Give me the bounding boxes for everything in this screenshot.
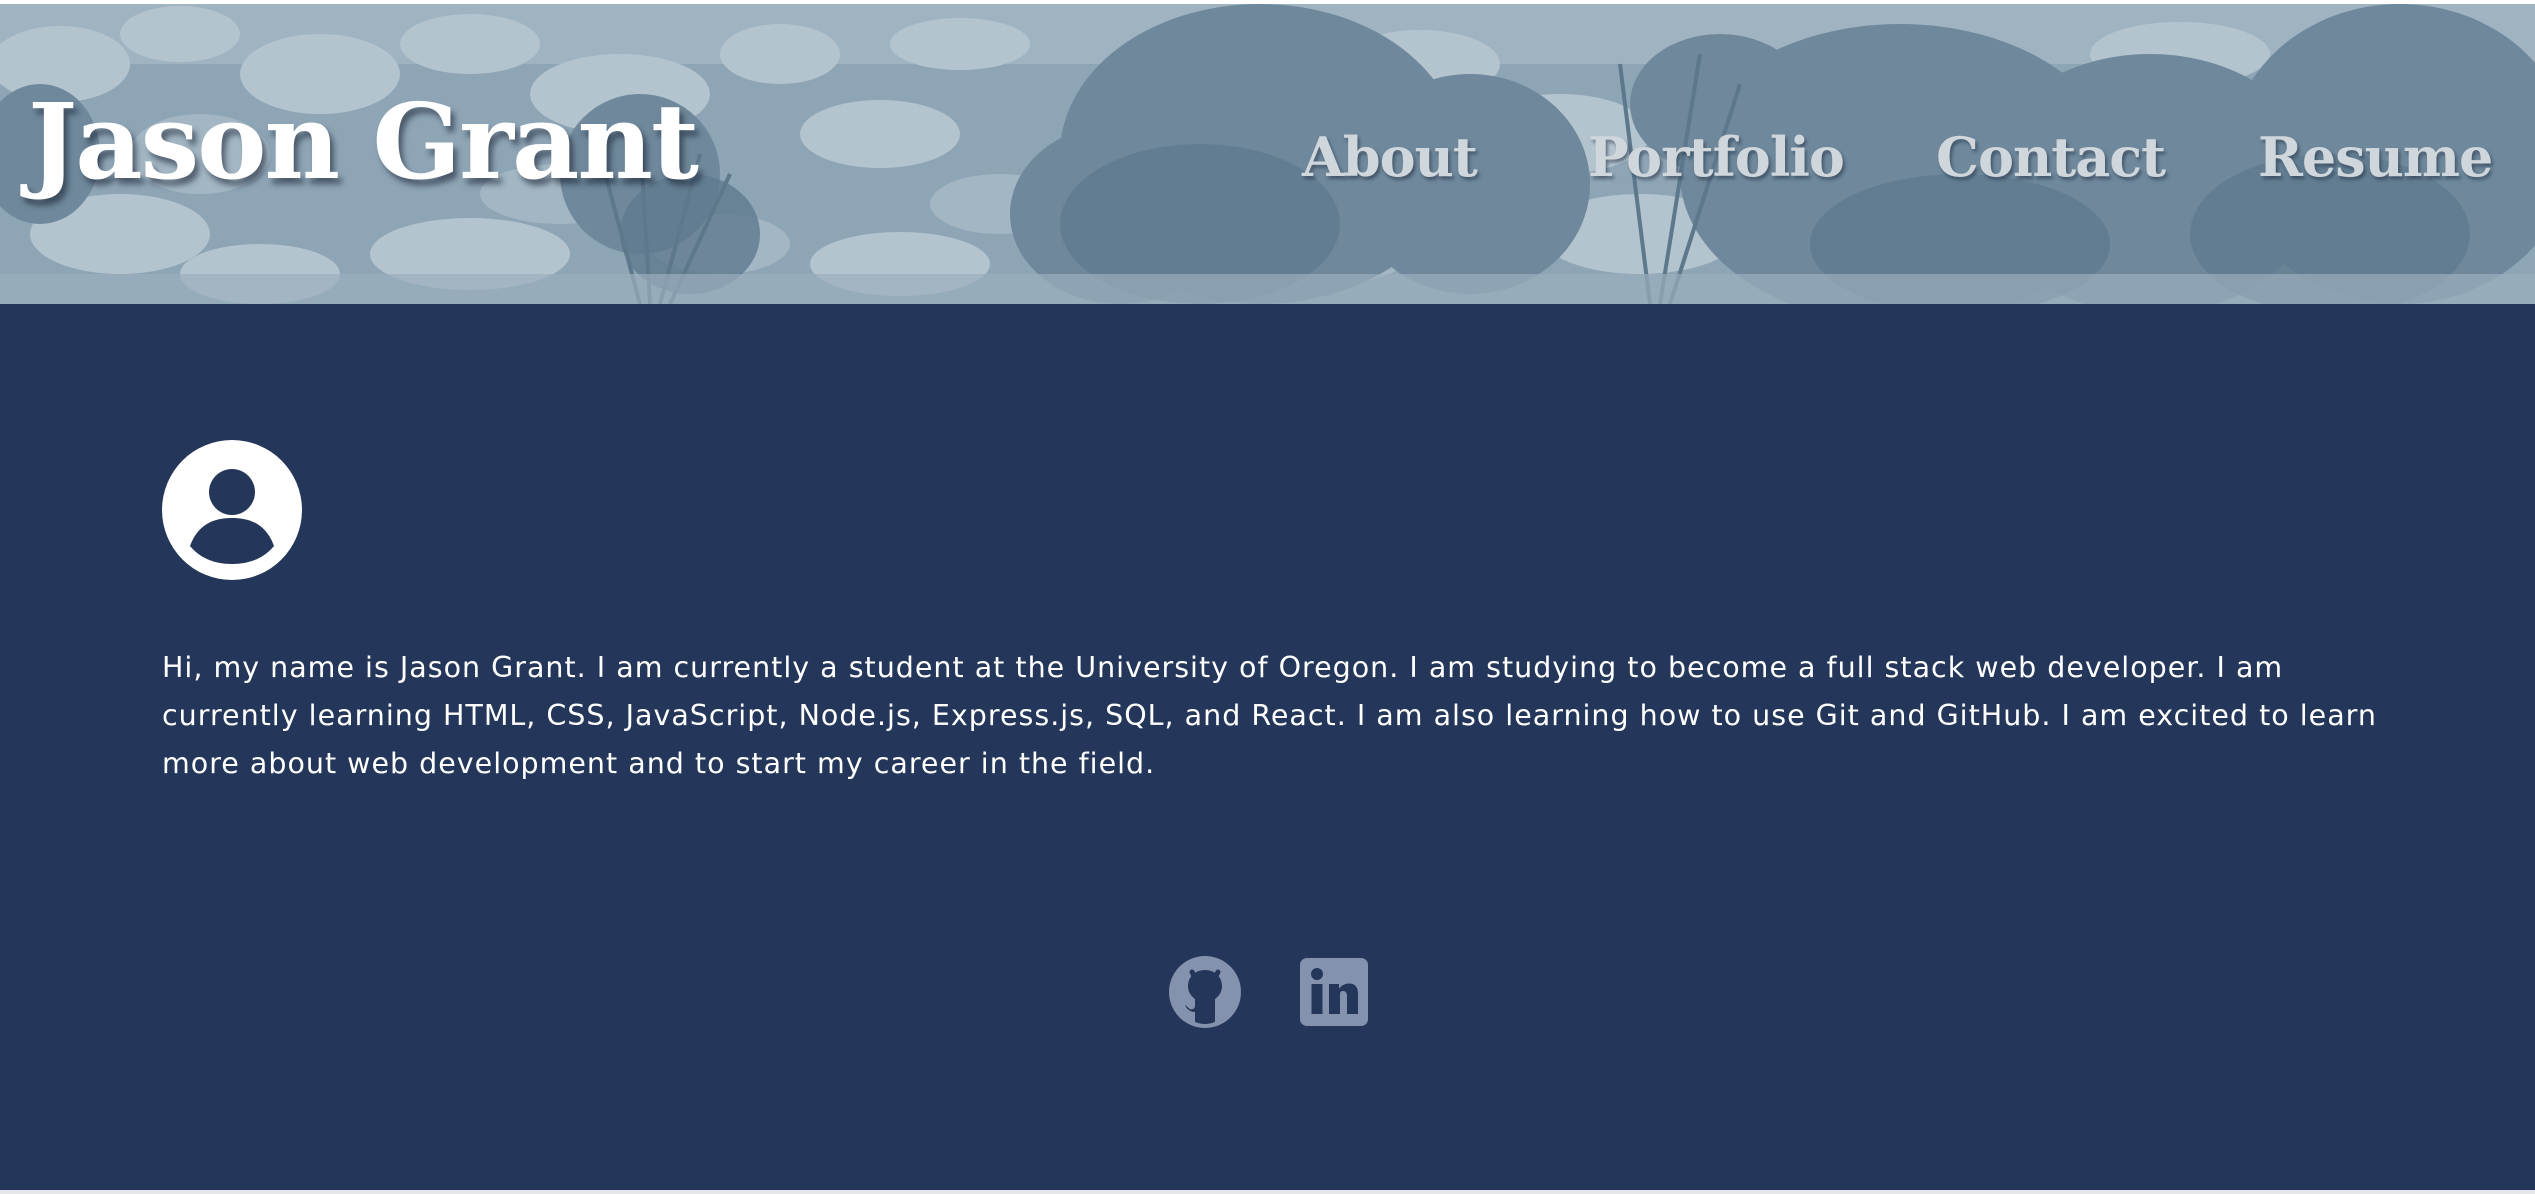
linkedin-icon[interactable] — [1300, 956, 1368, 1028]
user-avatar-icon — [162, 440, 302, 580]
github-icon[interactable] — [1168, 956, 1242, 1028]
header-banner: Jason Grant About Portfolio Contact Resu… — [0, 4, 2535, 304]
bio-text: Hi, my name is Jason Grant. I am current… — [162, 651, 2377, 780]
about-section: Hi, my name is Jason Grant. I am current… — [0, 304, 2535, 1190]
nav-link-resume[interactable]: Resume — [2258, 122, 2493, 192]
nav-link-contact[interactable]: Contact — [1936, 122, 2166, 192]
main-nav: About Portfolio Contact Resume — [0, 122, 2535, 192]
nav-link-portfolio[interactable]: Portfolio — [1588, 122, 1845, 192]
page-bottom-border — [0, 1190, 2535, 1194]
nav-link-about[interactable]: About — [1302, 122, 1478, 192]
